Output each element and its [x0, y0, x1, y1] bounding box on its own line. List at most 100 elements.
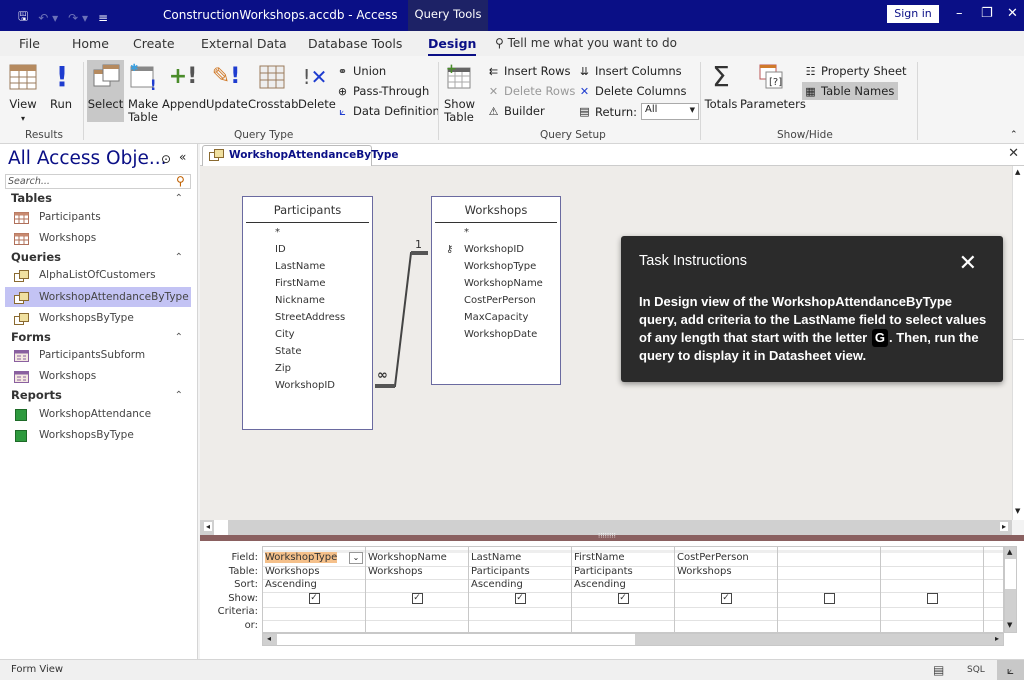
nav-item-report-workshopattendance[interactable]: WorkshopAttendance [5, 404, 191, 424]
field-item[interactable]: FirstName [243, 275, 372, 292]
show-checkbox[interactable]: ✓ [308, 593, 320, 604]
append-button[interactable]: +! Append [162, 62, 206, 111]
field-item[interactable]: WorkshopType [432, 258, 560, 275]
pass-through-button[interactable]: ⊕ Pass-Through [336, 84, 429, 98]
grid-cell-field[interactable]: WorkshopType [265, 552, 338, 563]
grid-cell-sort[interactable]: Ascending [265, 579, 317, 590]
field-item[interactable]: WorkshopName [432, 275, 560, 292]
grid-column[interactable]: CostPerPerson Workshops ✓ [675, 547, 778, 632]
collapse-section-icon[interactable]: ⌃ [175, 390, 183, 401]
nav-item-query-alphalistofcustomers[interactable]: AlphaListOfCustomers [5, 265, 191, 285]
nav-item-table-workshops[interactable]: Workshops [5, 228, 191, 248]
show-checkbox[interactable]: ✓ [411, 593, 423, 604]
grid-vertical-scrollbar[interactable]: ▲ ▼ [1004, 546, 1017, 633]
nav-item-form-participantssubform[interactable]: ParticipantsSubform [5, 345, 191, 365]
grid-cell-table[interactable]: Participants [471, 566, 530, 577]
show-checkbox[interactable]: ✓ [514, 593, 526, 604]
field-list-participants[interactable]: Participants * ID LastName FirstName Nic… [242, 196, 373, 430]
document-tab-workshopattendancebytype[interactable]: WorkshopAttendanceByType [202, 145, 398, 166]
datasheet-view-icon[interactable]: ▤ [933, 663, 944, 677]
builder-button[interactable]: ⚠ Builder [487, 104, 545, 118]
tab-home[interactable]: Home [72, 36, 109, 51]
delete-columns-button[interactable]: ✕ Delete Columns [578, 84, 687, 98]
table-pane-vertical-scrollbar[interactable]: ▲ ▼ [1012, 166, 1024, 520]
union-button[interactable]: ⚭ Union [336, 64, 386, 78]
totals-button[interactable]: Σ Totals [704, 62, 738, 111]
insert-columns-button[interactable]: ⇊ Insert Columns [578, 64, 682, 78]
show-checkbox[interactable] [823, 593, 835, 604]
scroll-right-icon[interactable]: ▸ [999, 522, 1008, 531]
field-item[interactable]: ⚷ WorkshopID [432, 241, 560, 258]
nav-section-tables[interactable]: Tables [11, 191, 52, 205]
field-item[interactable]: Nickname [243, 292, 372, 309]
tab-design[interactable]: Design [428, 36, 477, 56]
field-item[interactable]: WorkshopID [243, 377, 372, 394]
customize-toolbar-icon[interactable]: ≡ [98, 11, 108, 25]
show-checkbox[interactable]: ✓ [617, 593, 629, 604]
crosstab-button[interactable]: Crosstab [248, 62, 298, 111]
grid-cell-table[interactable]: Participants [574, 566, 633, 577]
field-list-title[interactable]: Workshops [435, 197, 557, 223]
field-list-workshops[interactable]: Workshops * ⚷ WorkshopID WorkshopType Wor… [431, 196, 561, 385]
grid-column[interactable]: FirstName Participants Ascending ✓ [572, 547, 675, 632]
undo-icon[interactable]: ↶ ▾ [38, 11, 58, 25]
show-checkbox[interactable]: ✓ [720, 593, 732, 604]
select-query-button[interactable]: Select [87, 60, 124, 122]
field-item[interactable]: MaxCapacity [432, 309, 560, 326]
field-item[interactable]: LastName [243, 258, 372, 275]
nav-search-input[interactable]: Search... [5, 174, 191, 189]
tell-me-search[interactable]: ⚲ Tell me what you want to do [495, 36, 677, 50]
insert-rows-button[interactable]: ⇇ Insert Rows [487, 64, 571, 78]
update-button[interactable]: ✎! Update [206, 62, 248, 111]
nav-item-form-workshops[interactable]: Workshops [5, 366, 191, 386]
sql-view-button[interactable]: SQL [967, 665, 985, 675]
scroll-left-icon[interactable]: ◂ [267, 634, 271, 643]
scroll-thumb[interactable] [1005, 559, 1016, 589]
show-checkbox[interactable] [926, 593, 938, 604]
scroll-thumb[interactable] [1013, 180, 1024, 340]
nav-section-reports[interactable]: Reports [11, 388, 62, 402]
search-icon[interactable]: ⚲ [176, 174, 185, 188]
nav-section-queries[interactable]: Queries [11, 250, 61, 264]
field-item[interactable]: WorkshopDate [432, 326, 560, 343]
collapse-section-icon[interactable]: ⌃ [175, 193, 183, 204]
field-item[interactable]: ID [243, 241, 372, 258]
parameters-button[interactable]: [?] Parameters [740, 62, 806, 111]
close-window-button[interactable]: ✕ [1007, 6, 1018, 21]
nav-item-query-workshopsbytype[interactable]: WorkshopsByType [5, 308, 191, 328]
design-view-icon[interactable]: ⟀ [997, 660, 1024, 680]
redo-icon[interactable]: ↷ ▾ [68, 11, 88, 25]
data-definition-button[interactable]: ⟀ Data Definition [336, 104, 440, 118]
grid-cell-sort[interactable]: Ascending [574, 579, 626, 590]
nav-item-report-workshopsbytype[interactable]: WorkshopsByType [5, 425, 191, 445]
delete-query-button[interactable]: !✕ Delete [298, 62, 336, 111]
grid-column[interactable]: WorkshopType Workshops Ascending ⌄ ✓ [263, 547, 366, 632]
tab-database-tools[interactable]: Database Tools [308, 36, 402, 51]
field-item[interactable]: StreetAddress [243, 309, 372, 326]
grid-column[interactable]: LastName Participants Ascending ✓ [469, 547, 572, 632]
close-task-icon[interactable]: ✕ [959, 250, 977, 276]
sign-in-button[interactable]: Sign in [887, 5, 939, 23]
scroll-thumb[interactable] [214, 520, 228, 535]
tab-create[interactable]: Create [133, 36, 175, 51]
field-item[interactable]: State [243, 343, 372, 360]
scroll-right-icon[interactable]: ▸ [995, 634, 999, 643]
return-dropdown[interactable]: All ▼ [641, 103, 700, 120]
nav-pane-title[interactable]: All Access Obje... [8, 148, 167, 169]
property-sheet-button[interactable]: ☷ Property Sheet [804, 64, 907, 78]
grid-horizontal-scrollbar[interactable]: ◂ ▸ [262, 633, 1004, 646]
grid-cell-table[interactable]: Workshops [677, 566, 732, 577]
nav-item-query-workshopattendancebytype[interactable]: WorkshopAttendanceByType [5, 287, 191, 307]
grid-column[interactable] [881, 547, 984, 632]
grid-column[interactable]: WorkshopName Workshops ✓ [366, 547, 469, 632]
show-table-button[interactable]: + Show Table [442, 62, 476, 124]
run-button[interactable]: ! Run [47, 62, 75, 111]
shutter-bar-collapse-icon[interactable]: « [179, 150, 186, 164]
scroll-left-icon[interactable]: ◂ [204, 522, 213, 531]
scroll-down-icon[interactable]: ▼ [1015, 507, 1020, 515]
delete-rows-button[interactable]: ✕ Delete Rows [487, 84, 575, 98]
restore-button[interactable]: ❐ [981, 6, 993, 21]
collapse-section-icon[interactable]: ⌃ [175, 332, 183, 343]
field-list-title[interactable]: Participants [246, 197, 369, 223]
tab-file[interactable]: File [19, 36, 40, 51]
